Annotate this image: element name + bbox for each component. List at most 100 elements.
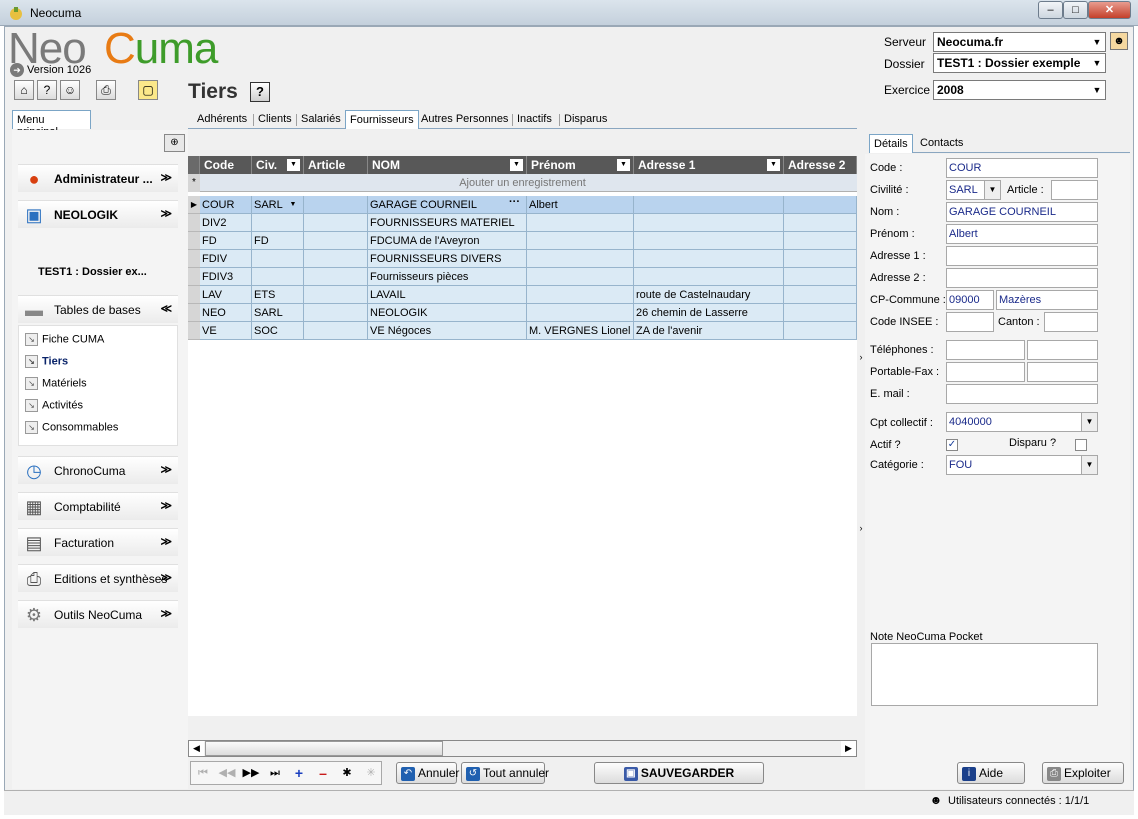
cell-prenom[interactable] <box>527 232 634 250</box>
code-field[interactable]: COUR <box>946 158 1098 178</box>
user-help-icon[interactable]: ☺ <box>60 80 80 100</box>
cell-prenom[interactable] <box>527 250 634 268</box>
ellipsis-icon[interactable]: ··· <box>509 196 520 208</box>
horizontal-scrollbar[interactable]: ◀ ▶ <box>188 740 857 757</box>
nav-group-administrateur[interactable]: ● Administrateur ... ≫ <box>18 164 178 192</box>
cell-adresse1[interactable] <box>634 196 784 214</box>
cell-article[interactable] <box>304 196 368 214</box>
actif-checkbox[interactable]: ✓ <box>946 439 958 451</box>
collapse-sidebar-button[interactable]: ⊕ <box>164 134 185 152</box>
adresse2-field[interactable] <box>946 268 1098 288</box>
cell-adresse2[interactable] <box>784 268 857 286</box>
tab-inactifs[interactable]: Inactifs <box>513 110 556 129</box>
row-header[interactable] <box>188 286 200 304</box>
cell-code[interactable]: LAV <box>200 286 252 304</box>
scroll-left-icon[interactable]: ◀ <box>189 741 204 756</box>
note-icon[interactable]: ▢ <box>138 80 158 100</box>
tab-salaries[interactable]: Salariés <box>297 110 345 129</box>
tab-autres-personnes[interactable]: Autres Personnes <box>417 110 512 129</box>
article-field[interactable] <box>1051 180 1098 200</box>
table-row[interactable]: FDIV3 Fournisseurs pièces <box>188 268 857 286</box>
next-record-icon[interactable]: ▶▶ <box>241 765 261 781</box>
cell-code[interactable]: FD <box>200 232 252 250</box>
cell-article[interactable] <box>304 322 368 340</box>
cell-civ[interactable] <box>252 268 304 286</box>
table-row[interactable]: NEO SARL NEOLOGIK 26 chemin de Lasserre <box>188 304 857 322</box>
telephone1-field[interactable] <box>946 340 1025 360</box>
cell-article[interactable] <box>304 250 368 268</box>
email-field[interactable] <box>946 384 1098 404</box>
cell-civ[interactable] <box>252 214 304 232</box>
first-record-icon[interactable]: ⏮ <box>193 765 213 781</box>
cell-adresse1[interactable]: ZA de l'avenir <box>634 322 784 340</box>
row-header[interactable]: ▶ <box>188 196 200 214</box>
add-record-icon[interactable]: + <box>289 765 309 781</box>
cell-civ[interactable]: ETS <box>252 286 304 304</box>
table-row[interactable]: FD FD FDCUMA de l'Aveyron <box>188 232 857 250</box>
cell-adresse2[interactable] <box>784 250 857 268</box>
column-header-nom[interactable]: NOM ▼ <box>368 156 527 174</box>
cell-adresse1[interactable] <box>634 214 784 232</box>
column-header-article[interactable]: Article <box>304 156 368 174</box>
canton-field[interactable] <box>1044 312 1098 332</box>
commune-field[interactable]: Mazères <box>996 290 1098 310</box>
row-header[interactable] <box>188 304 200 322</box>
column-header-adresse2[interactable]: Adresse 2 <box>784 156 857 174</box>
filter-dropdown-icon[interactable]: ▼ <box>767 159 780 171</box>
cell-code[interactable]: FDIV3 <box>200 268 252 286</box>
insee-field[interactable] <box>946 312 994 332</box>
nom-field[interactable]: GARAGE COURNEIL <box>946 202 1098 222</box>
edit-record-icon[interactable]: ✱ <box>337 765 357 781</box>
aide-button[interactable]: i Aide <box>957 762 1025 784</box>
scroll-right-icon[interactable]: ▶ <box>841 741 856 756</box>
table-row[interactable]: ▶ COUR SARL ▼ GARAGE COURNEIL ··· Albert <box>188 196 857 214</box>
exploiter-button[interactable]: ⎙ Exploiter <box>1042 762 1124 784</box>
cell-adresse1[interactable] <box>634 250 784 268</box>
submenu-tiers[interactable]: ↘ Tiers <box>25 355 68 371</box>
tab-disparus[interactable]: Disparus <box>560 110 611 129</box>
cancel-edit-icon[interactable]: ✳ <box>361 765 381 781</box>
row-header[interactable] <box>188 214 200 232</box>
portable-field[interactable] <box>946 362 1025 382</box>
annuler-button[interactable]: ↶ Annuler <box>396 762 459 784</box>
cell-civ[interactable]: SOC <box>252 322 304 340</box>
tab-clients[interactable]: Clients <box>254 110 296 129</box>
filter-dropdown-icon[interactable]: ▼ <box>287 159 300 171</box>
submenu-fiche-cuma[interactable]: ↘ Fiche CUMA <box>25 333 104 349</box>
column-header-code[interactable]: Code <box>200 156 252 174</box>
cpt-collectif-select[interactable]: 4040000 ▼ <box>946 412 1098 432</box>
cell-prenom[interactable] <box>527 268 634 286</box>
submenu-activites[interactable]: ↘ Activités <box>25 399 83 415</box>
cell-code[interactable]: DIV2 <box>200 214 252 232</box>
row-header[interactable] <box>188 268 200 286</box>
cell-adresse2[interactable] <box>784 286 857 304</box>
cell-adresse1[interactable]: route de Castelnaudary <box>634 286 784 304</box>
cell-nom[interactable]: VE Négoces <box>368 322 527 340</box>
adresse1-field[interactable] <box>946 246 1098 266</box>
tab-details[interactable]: Détails <box>869 134 913 153</box>
home-icon[interactable]: ⌂ <box>14 80 34 100</box>
serveur-select[interactable]: Neocuma.fr ▼ <box>933 32 1106 52</box>
cell-prenom[interactable] <box>527 304 634 322</box>
tab-menu-principal[interactable]: Menu principal <box>12 110 91 138</box>
previous-record-icon[interactable]: ◀◀ <box>217 765 237 781</box>
cell-code[interactable]: COUR <box>200 196 252 214</box>
cell-civ[interactable]: SARL <box>252 304 304 322</box>
print-icon[interactable]: ⎙ <box>96 80 116 100</box>
column-header-civ[interactable]: Civ. ▼ <box>252 156 304 174</box>
cell-prenom[interactable] <box>527 286 634 304</box>
cell-nom[interactable]: FOURNISSEURS DIVERS <box>368 250 527 268</box>
nav-group-comptabilite[interactable]: ▦ Comptabilité ≫ <box>18 492 178 520</box>
column-header-prenom[interactable]: Prénom ▼ <box>527 156 634 174</box>
note-textarea[interactable] <box>871 643 1098 706</box>
cell-prenom[interactable] <box>527 214 634 232</box>
cell-adresse2[interactable] <box>784 304 857 322</box>
cell-code[interactable]: VE <box>200 322 252 340</box>
page-help-button[interactable]: ? <box>250 82 270 102</box>
tab-contacts[interactable]: Contacts <box>916 134 967 153</box>
user-icon[interactable]: ☻ <box>1110 32 1128 50</box>
cell-nom[interactable]: GARAGE COURNEIL ··· <box>368 196 527 214</box>
cell-nom[interactable]: LAVAIL <box>368 286 527 304</box>
categorie-select[interactable]: FOU ▼ <box>946 455 1098 475</box>
cell-article[interactable] <box>304 214 368 232</box>
